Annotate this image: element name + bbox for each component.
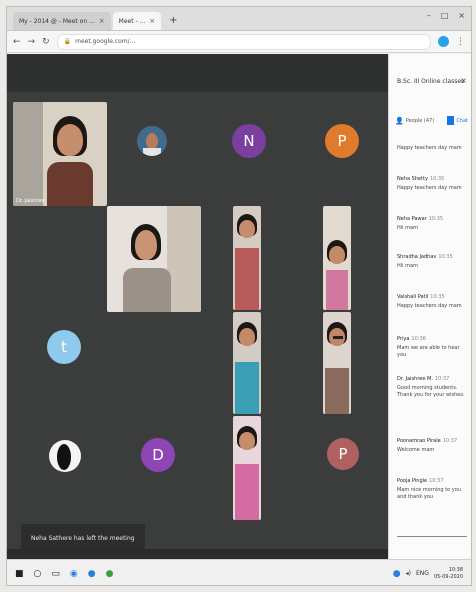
chat-message: Neha Pawar 10:35 Hii mam [397,216,469,232]
meeting-area: Dr. Jaishree N P t D P Neha Sathere has … [7,54,388,559]
message-sender: Neha Shetty 10:35 [397,176,445,182]
chat-message: Neha Shetty 10:35 Happy teachers day mam [397,176,469,192]
participant-video-tile[interactable] [233,206,261,310]
avatar-letter: D [152,446,164,464]
participant-video-tile[interactable] [233,416,261,520]
desktop-screen: My - 2014 @ - Meet on ... × Meet - ... ×… [6,6,472,586]
address-text: meet.google.com/... [75,38,136,45]
network-icon[interactable]: ● [393,569,401,579]
message-sender: Priya 10:36 [397,336,426,342]
tab-label: People (47) [405,117,435,124]
forward-icon[interactable]: → [28,37,36,47]
window-controls: – □ × [427,11,465,20]
chat-message: Happy teachers day mam [397,142,469,152]
message-sender: Shradha Jadhav 10:35 [397,254,453,260]
message-sender: Poonamrao Pirale 10:37 [397,438,458,444]
chat-message: Vaishali Patil 10:35 Happy teachers day m… [397,294,469,310]
participant-avatar: P [325,124,359,158]
participant-avatar: t [47,330,81,364]
people-icon: 👤 [395,116,404,125]
chat-message: Poonamrao Pirale 10:37 Welcome mam [397,438,469,454]
maximize-button[interactable]: □ [441,11,449,20]
participant-photo-avatar [49,440,81,472]
avatar-letter: P [337,132,347,150]
language-indicator[interactable]: ENG [416,570,429,577]
avatar-letter: P [338,445,348,463]
participant-video-tile[interactable]: Dr. Jaishree [13,102,107,206]
message-sender: Dr. Jaishree M. 10:37 [397,376,450,382]
close-window-button[interactable]: × [458,11,465,20]
start-icon[interactable]: ■ [15,569,24,579]
message-text: Hii mam [397,263,418,269]
avatar-letter: N [243,132,255,150]
reload-icon[interactable]: ↻ [42,37,50,47]
message-text: Happy teachers day mam [397,145,462,151]
clock[interactable]: 10:38 05-09-2020 [434,567,463,580]
message-sender: Pooja Pingle 10:37 [397,478,444,484]
message-sender: Neha Pawar 10:35 [397,216,444,222]
address-bar[interactable]: 🔒 meet.google.com/... [56,33,431,50]
participant-video-tile[interactable] [233,312,261,414]
minimize-button[interactable]: – [427,11,431,20]
message-text: Welcome mam [397,447,435,453]
message-text: Happy teachers day mam [397,303,462,309]
app-icon[interactable]: ● [106,569,114,579]
participant-video-tile[interactable] [323,312,351,414]
avatar-letter: t [61,338,67,356]
browser-toolbar: ← → ↻ 🔒 meet.google.com/... ⋮ [7,31,471,53]
message-text: Mam nice morning to you and thank you [397,487,461,500]
chat-panel: B.Sc. III Online classes × 👤 People (47)… [388,54,471,559]
browser-tab-active[interactable]: Meet - ... × [112,12,162,30]
browser-menu-icon[interactable]: ⋮ [456,37,465,47]
search-icon[interactable]: ○ [34,569,42,579]
chat-message: Pooja Pingle 10:37 Mam nice morning to yo… [397,478,469,501]
participant-avatar: P [327,438,359,470]
tab-chat[interactable]: Chat [447,116,468,125]
browser-tab[interactable]: My - 2014 @ - Meet on ... × [13,12,111,30]
back-icon[interactable]: ← [13,37,21,47]
chat-icon [447,116,455,125]
message-sender: Vaishali Patil 10:35 [397,294,445,300]
browser-tab-bar: My - 2014 @ - Meet on ... × Meet - ... ×… [7,7,471,31]
message-text: Happy teachers day mam [397,185,462,191]
message-text: Good morning students. Thank you for you… [397,385,465,398]
meeting-bottom-bar [7,549,388,559]
message-text: Hii mam [397,225,418,231]
tab-people[interactable]: 👤 People (47) [395,116,434,125]
chat-input-line[interactable] [397,536,467,537]
tab-label: Meet - ... [118,17,146,25]
chat-message: Priya 10:36 Mam we are able to hear you [397,336,469,359]
taskbar: ■ ○ ▭ ◉ ● ● ● ◂) ENG 10:38 05-09-2020 [7,559,471,585]
close-panel-button[interactable]: × [460,76,467,85]
participant-photo-avatar [137,126,167,156]
meeting-top-strip [7,54,388,92]
participant-video-tile[interactable] [323,206,351,310]
participant-video-tile[interactable] [107,206,201,312]
task-view-icon[interactable]: ▭ [51,569,60,579]
chrome-icon[interactable]: ● [88,569,96,579]
participant-name: Dr. Jaishree [16,198,45,204]
tab-label: My - 2014 @ - Meet on ... [19,17,95,25]
toast-text: Neha Sathere has left the meeting [31,534,135,542]
close-tab-icon[interactable]: × [149,17,155,25]
tab-label: Chat [456,117,468,124]
new-tab-button[interactable]: + [169,12,177,30]
profile-avatar[interactable] [438,36,449,47]
system-tray: ● ◂) ENG 10:38 05-09-2020 [393,567,463,580]
close-tab-icon[interactable]: × [99,17,105,25]
panel-tabs: 👤 People (47) Chat [395,116,468,125]
panel-title: B.Sc. III Online classes [397,78,465,85]
participant-avatar: N [232,124,266,158]
chat-message: Shradha Jadhav 10:35 Hii mam [397,254,469,270]
chat-message: Dr. Jaishree M. 10:37 Good morning studen… [397,376,469,399]
participant-avatar: D [141,438,175,472]
clock-date: 05-09-2020 [433,573,463,580]
notification-toast: Neha Sathere has left the meeting [21,524,145,552]
edge-icon[interactable]: ◉ [70,569,78,579]
message-text: Mam we are able to hear you [397,345,460,358]
lock-icon: 🔒 [63,38,72,45]
volume-icon[interactable]: ◂) [406,570,411,577]
